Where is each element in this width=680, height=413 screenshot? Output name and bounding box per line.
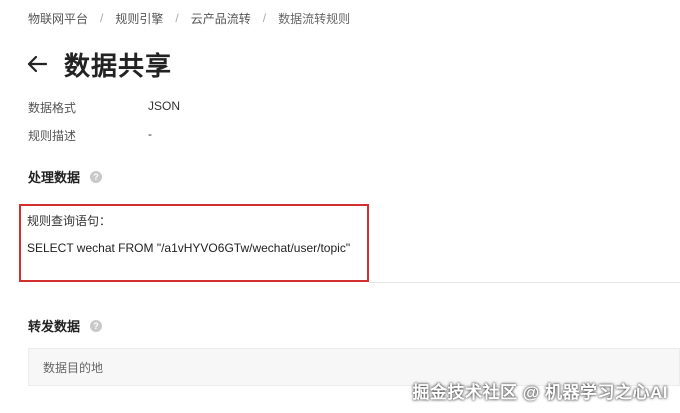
- query-label: 规则查询语句：: [27, 214, 112, 228]
- info-value: -: [148, 127, 152, 141]
- section-title-process-data: 处理数据 ?: [28, 167, 103, 186]
- section-title-text: 处理数据: [28, 170, 81, 185]
- info-value: JSON: [148, 99, 181, 113]
- breadcrumb-separator: /: [100, 11, 104, 25]
- page-title: 数据共享: [64, 50, 173, 81]
- section-divider: [369, 282, 680, 283]
- info-row-data-format: 数据格式 JSON: [28, 99, 180, 116]
- watermark: 掘金技术社区 @ 机器学习之心AI: [412, 383, 668, 402]
- question-circle-icon[interactable]: ?: [90, 170, 103, 183]
- question-circle-icon[interactable]: ?: [90, 319, 103, 332]
- info-label: 数据格式: [28, 101, 77, 115]
- section-title-text: 转发数据: [28, 319, 81, 334]
- breadcrumb-item-iot-platform[interactable]: 物联网平台: [28, 10, 88, 27]
- breadcrumb-item-cloud-forwarding[interactable]: 云产品流转: [191, 10, 251, 27]
- breadcrumb-item-rule-engine[interactable]: 规则引擎: [115, 10, 163, 27]
- query-statement: SELECT wechat FROM "/a1vHYVO6GTw/wechat/…: [27, 241, 351, 255]
- destination-label: 数据目的地: [43, 360, 104, 375]
- arrow-left-icon[interactable]: [26, 52, 50, 76]
- breadcrumb-separator: /: [175, 11, 179, 25]
- breadcrumb: 物联网平台 / 规则引擎 / 云产品流转 / 数据流转规则: [28, 10, 350, 26]
- page-header: 数据共享: [26, 44, 172, 84]
- breadcrumb-separator: /: [262, 11, 267, 25]
- info-row-rule-description: 规则描述 -: [28, 127, 152, 144]
- section-title-forward-data: 转发数据 ?: [28, 316, 103, 335]
- breadcrumb-item-current: 数据流转规则: [278, 11, 351, 26]
- info-label: 规则描述: [28, 129, 77, 143]
